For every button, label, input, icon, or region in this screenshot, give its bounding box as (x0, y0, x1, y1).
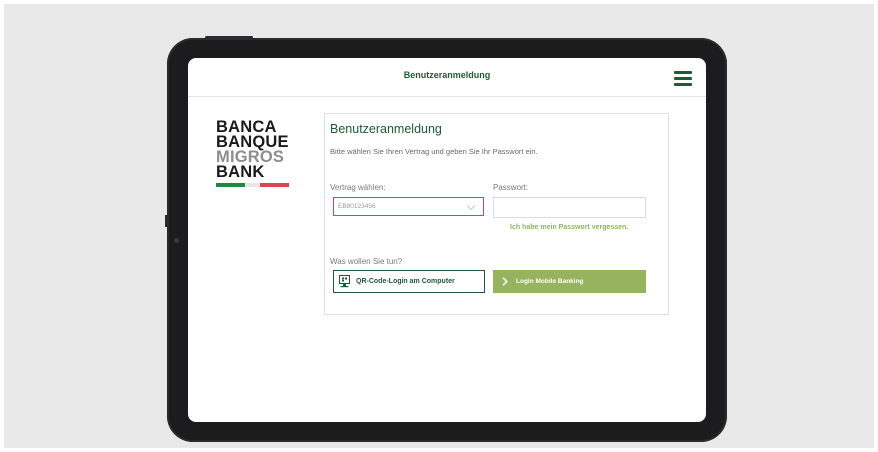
contract-select-value: EB80123456 (338, 203, 376, 210)
contract-label: Vertrag wählen: (330, 183, 386, 192)
mobile-banking-login-label: Login Mobile Banking (516, 277, 584, 285)
login-title: Benutzeranmeldung (330, 122, 442, 136)
hamburger-menu-icon[interactable] (674, 71, 692, 86)
qr-code-login-label: QR-Code-Login am Computer (356, 278, 455, 285)
logo-stripe-red (259, 183, 289, 187)
top-bar: Benutzeranmeldung (188, 58, 706, 97)
logo-stripe-white (245, 183, 260, 187)
bank-logo: BANCA BANQUE MIGROS BANK (216, 119, 296, 187)
tablet-camera (174, 238, 179, 243)
logo-stripe (216, 183, 289, 187)
logo-stripe-green (216, 183, 246, 187)
logo-line-bank: BANK (216, 163, 265, 181)
forgot-password-link[interactable]: Ich habe mein Passwort vergessen. (510, 224, 628, 231)
tablet-screen: Benutzeranmeldung BANCA BANQUE MIGROS BA… (188, 58, 706, 422)
page-title: Benutzeranmeldung (403, 70, 491, 80)
login-intro-text: Bitte wählen Sie Ihren Vertrag und geben… (330, 147, 538, 156)
mobile-banking-login-button[interactable]: Login Mobile Banking (493, 270, 646, 293)
chevron-right-icon (502, 277, 508, 286)
password-input[interactable] (493, 197, 646, 218)
chevron-down-icon (466, 201, 476, 211)
qr-code-login-button[interactable]: QR-Code-Login am Computer (333, 270, 485, 293)
computer-qr-icon (339, 275, 350, 288)
password-label: Passwort: (493, 183, 529, 192)
contract-select[interactable]: EB80123456 (333, 197, 484, 216)
action-prompt: Was wollen Sie tun? (330, 257, 403, 266)
